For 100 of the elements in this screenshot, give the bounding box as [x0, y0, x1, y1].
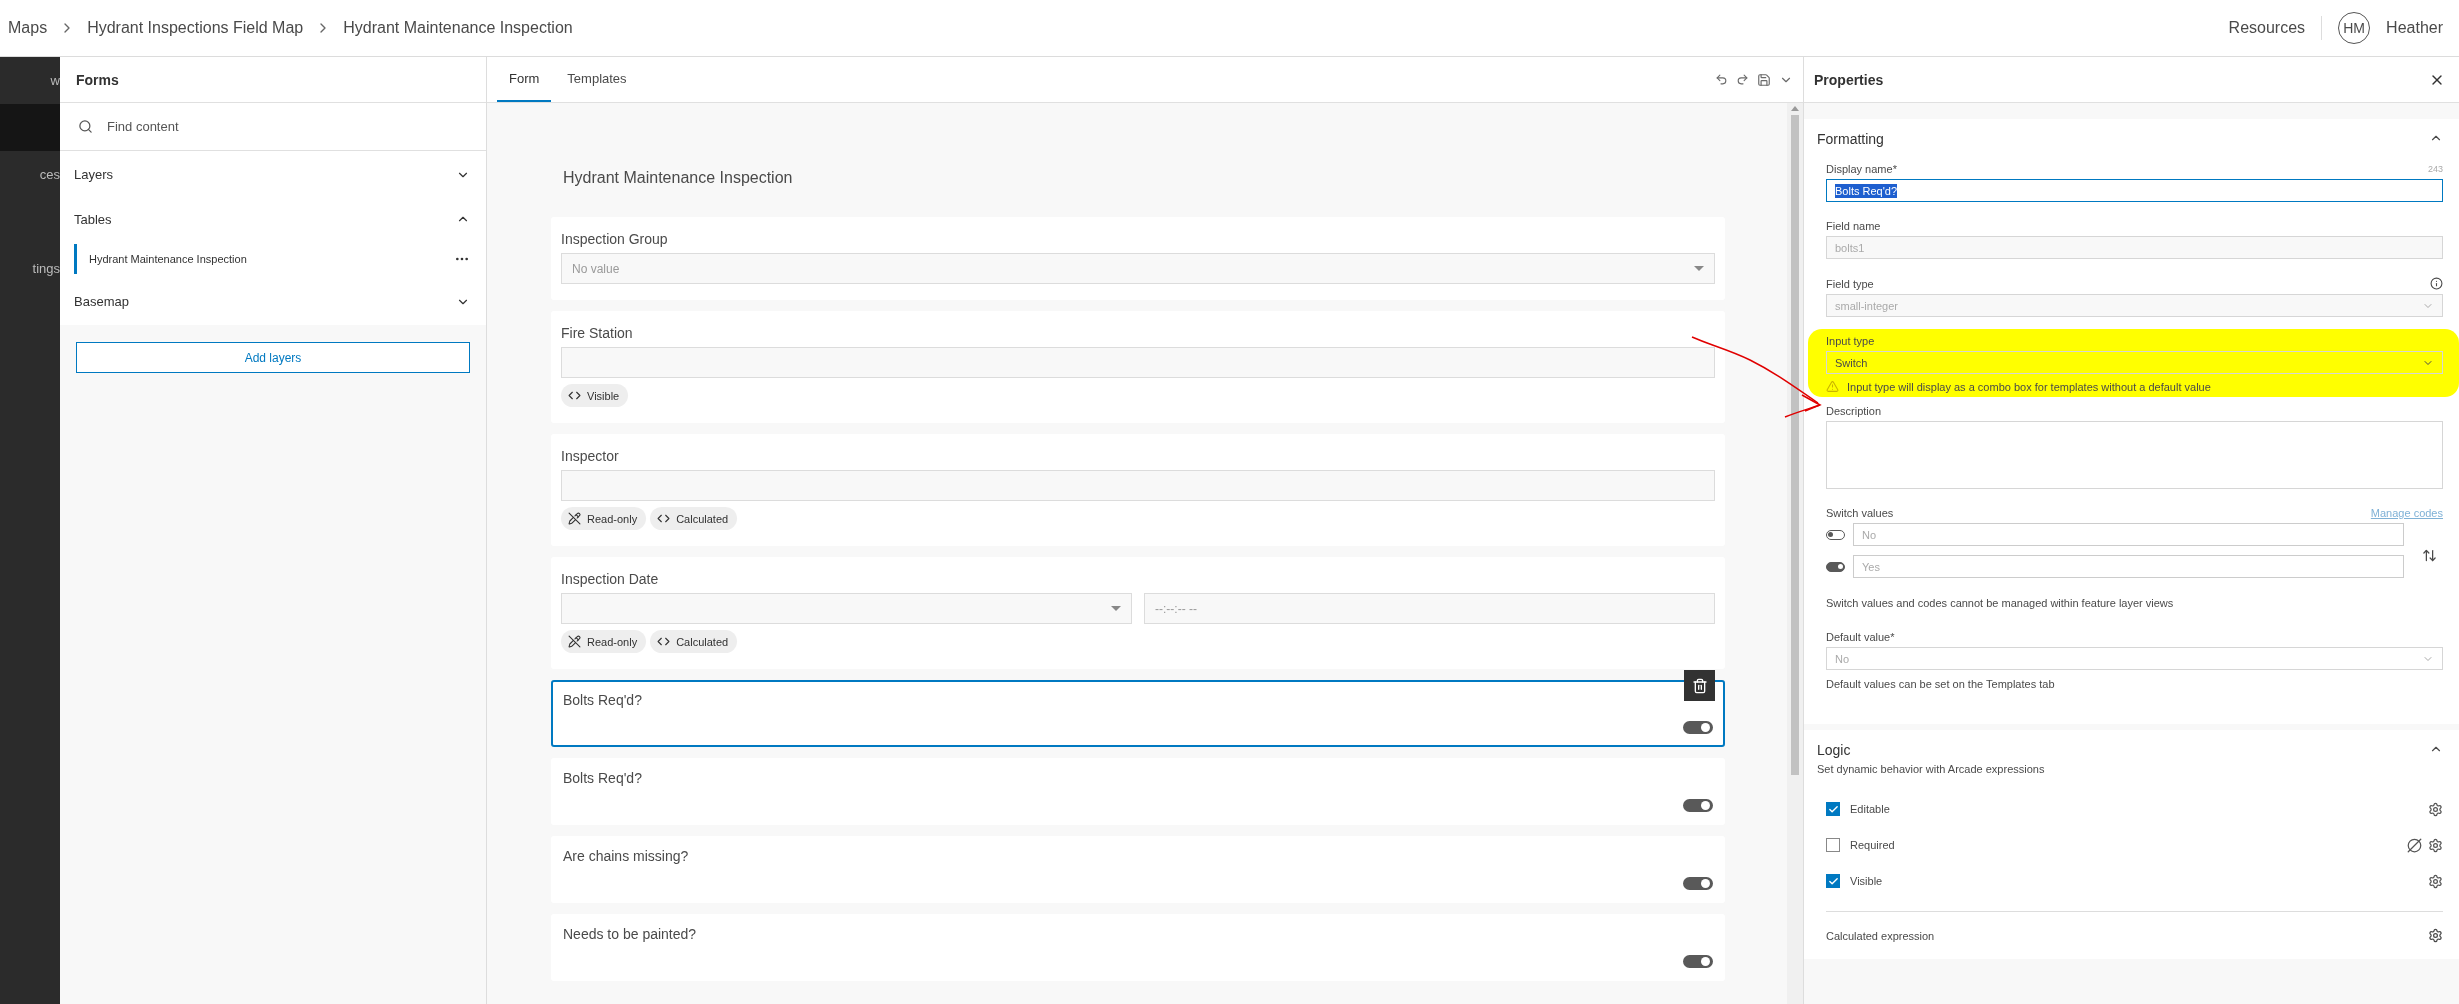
text-field[interactable]: [561, 347, 1715, 378]
panel-title: Forms: [60, 57, 486, 103]
field-label: Field name: [1826, 220, 1881, 232]
save-icon[interactable]: [1757, 72, 1771, 87]
form-element-card[interactable]: Bolts Req'd?: [551, 758, 1725, 825]
add-layers-button[interactable]: Add layers: [76, 342, 470, 373]
checkbox-label: Editable: [1850, 803, 1890, 815]
toggle-switch[interactable]: [1683, 955, 1713, 968]
field-label: Display name*: [1826, 163, 1897, 175]
field-badge: Calculated: [650, 507, 738, 530]
breadcrumb-link[interactable]: Maps: [8, 19, 48, 37]
section-title: Formatting: [1817, 131, 1884, 147]
pencil-off-icon: [568, 635, 581, 648]
user-name[interactable]: Heather: [2386, 19, 2443, 37]
group-header[interactable]: Tables: [60, 198, 486, 240]
input-type-select[interactable]: Switch: [1826, 351, 2443, 374]
search-field[interactable]: Find content: [60, 103, 486, 151]
field-label: Inspection Group: [561, 231, 669, 247]
code-icon: [568, 389, 581, 402]
panel-title: Properties: [1814, 71, 1884, 88]
search-icon: [78, 119, 93, 134]
breadcrumb-link[interactable]: Hydrant Maintenance Inspection: [343, 19, 573, 37]
undo-icon[interactable]: [1715, 73, 1728, 86]
warning-icon: [1826, 380, 1839, 393]
nav-rail-item[interactable]: tings: [0, 245, 60, 292]
redo-icon[interactable]: [1736, 73, 1749, 86]
field-label: Needs to be painted?: [563, 926, 698, 942]
section-title: Logic: [1817, 742, 1852, 758]
display-name-field[interactable]: Bolts Req'd?: [1826, 179, 2443, 202]
off-value-field[interactable]: No: [1853, 523, 2404, 546]
group-label: Layers: [74, 167, 114, 182]
swap-icon[interactable]: [2422, 547, 2437, 563]
toggle-on-icon: [1826, 561, 1845, 572]
form-element-card[interactable]: Fire Station Visible: [551, 311, 1725, 423]
field-badge: Visible: [561, 384, 629, 407]
date-field[interactable]: [561, 593, 1132, 624]
settings-icon[interactable]: [2428, 873, 2443, 889]
field-label: Fire Station: [561, 325, 634, 341]
checkbox-label: Required: [1850, 839, 1895, 851]
field-label: Description: [1826, 405, 1882, 417]
dropdown-arrow-icon: [1694, 266, 1704, 271]
character-count: 243: [2427, 164, 2443, 174]
form-element-card[interactable]: Needs to be painted?: [551, 914, 1725, 981]
toggle-off-icon: [1826, 529, 1845, 540]
section-header[interactable]: Formatting: [1817, 119, 2443, 163]
help-text: Switch values and codes cannot be managed within feature layer views: [1826, 597, 2175, 609]
checkbox[interactable]: [1826, 838, 1840, 852]
pencil-off-icon: [568, 512, 581, 525]
field-label: Bolts Req'd?: [563, 770, 643, 786]
table-item-label: Hydrant Maintenance Inspection: [89, 253, 247, 265]
breadcrumb-link[interactable]: Hydrant Inspections Field Map: [87, 19, 304, 37]
toggle-switch[interactable]: [1683, 721, 1713, 734]
settings-icon[interactable]: [2428, 837, 2443, 853]
code-icon: [657, 512, 671, 525]
field-badge: Read-only: [561, 630, 647, 653]
description-field[interactable]: [1826, 421, 2443, 489]
checkbox[interactable]: [1826, 874, 1840, 888]
field-label: Default value*: [1826, 631, 1895, 643]
form-element-card[interactable]: Bolts Req'd?: [551, 680, 1725, 747]
field-label: Bolts Req'd?: [563, 692, 643, 708]
tab[interactable]: Templates: [555, 57, 639, 102]
code-icon: [657, 635, 671, 648]
text-field[interactable]: [561, 470, 1715, 501]
field-label: Inspection Date: [561, 571, 660, 587]
form-title: Hydrant Maintenance Inspection: [562, 169, 794, 188]
scrollbar[interactable]: [1787, 103, 1803, 1004]
form-element-card[interactable]: Inspection Group No value: [551, 217, 1725, 300]
delete-button[interactable]: [1684, 670, 1715, 701]
field-label: Inspector: [561, 448, 620, 464]
form-element-card[interactable]: Inspector Read-only Calculated: [551, 434, 1725, 546]
settings-icon[interactable]: [2428, 801, 2443, 817]
field-label: Input type: [1826, 335, 1875, 347]
group-header[interactable]: Layers: [60, 151, 486, 198]
section-header[interactable]: Logic Set dynamic behavior with Arcade expressions: [1817, 730, 2443, 791]
toggle-switch[interactable]: [1683, 799, 1713, 812]
section-subtitle: Set dynamic behavior with Arcade expressions: [1817, 763, 2045, 775]
field-badge: Read-only: [561, 507, 647, 530]
help-text: Default values can be set on the Templates tab: [1826, 678, 2056, 690]
dropdown-arrow-icon: [1111, 606, 1121, 611]
resources-link[interactable]: Resources: [2228, 16, 2323, 40]
form-element-card[interactable]: Are chains missing?: [551, 836, 1725, 903]
calculated-expression-label: Calculated expression: [1826, 929, 1935, 942]
group-label: Basemap: [74, 294, 129, 309]
selected-text: Bolts Req'd?: [1835, 183, 1898, 198]
info-icon[interactable]: [2430, 277, 2443, 290]
nav-rail-item[interactable]: ces: [0, 151, 60, 198]
group-header[interactable]: Basemap: [60, 278, 486, 325]
clear-icon[interactable]: [2407, 837, 2422, 853]
settings-icon[interactable]: [2428, 928, 2443, 943]
field-label: Field type: [1826, 277, 1874, 290]
checkbox[interactable]: [1826, 802, 1840, 816]
warning-text: Input type will display as a combo box for templates without a default value: [1847, 380, 2211, 393]
field-label: Are chains missing?: [563, 848, 690, 864]
trash-icon: [1691, 677, 1708, 694]
toggle-switch[interactable]: [1683, 877, 1713, 890]
group-label: Tables: [74, 211, 112, 227]
on-value-field[interactable]: Yes: [1853, 555, 2404, 578]
form-element-card[interactable]: Inspection Date --:--:-- -- Read-only Calculated: [551, 557, 1725, 669]
field-badge: Calculated: [650, 630, 738, 653]
nav-rail-item[interactable]: w: [0, 57, 60, 104]
